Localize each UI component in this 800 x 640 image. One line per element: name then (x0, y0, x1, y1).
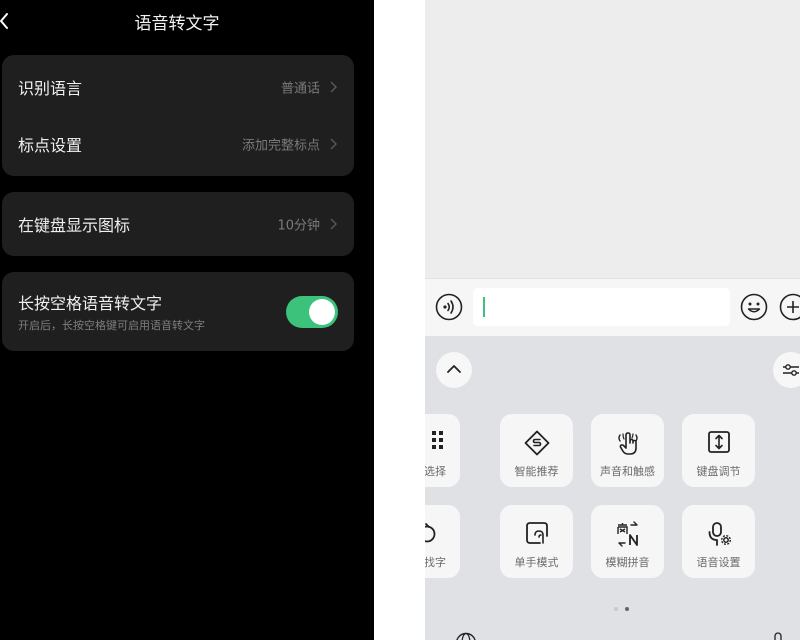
voice-to-text-settings-screen: 语音转文字 识别语言 普通话 标点设置 添加完整标点 在键盘显示图标 10分钟 … (0, 0, 374, 640)
tool-keyboard-adjust[interactable]: 键盘调节 (682, 414, 755, 487)
punctuation-settings-label: 标点设置 (18, 136, 83, 155)
sliders-icon (783, 364, 799, 376)
chevron-right-icon (330, 81, 337, 93)
sound-touch-icon (617, 432, 638, 455)
tool-find-char[interactable]: 找字 (425, 505, 460, 578)
chevron-up-icon (447, 365, 461, 373)
toolbox-settings-button[interactable] (773, 352, 800, 388)
microphone-icon[interactable] (771, 632, 785, 640)
tool-sound-touch-label: 声音和触感 (600, 465, 655, 478)
recognition-language-label: 识别语言 (18, 79, 83, 98)
chevron-right-icon (330, 218, 337, 230)
text-cursor (483, 297, 485, 317)
tool-select-label: 选择 (425, 465, 446, 478)
emoji-icon[interactable] (740, 293, 768, 321)
long-press-space-toggle[interactable] (286, 296, 338, 328)
grid-icon (432, 431, 443, 449)
smart-recommend-icon (524, 430, 549, 456)
tool-smart-recommend[interactable]: 智能推荐 (500, 414, 573, 487)
show-icon-on-keyboard-label: 在键盘显示图标 (18, 216, 131, 235)
tool-one-hand-mode-label: 单手模式 (514, 556, 559, 569)
language-punctuation-card: 识别语言 普通话 标点设置 添加完整标点 (2, 55, 354, 176)
globe-icon[interactable] (455, 632, 477, 640)
tool-find-char-label: 找字 (425, 556, 446, 569)
tool-voice-settings[interactable]: 语音设置 (682, 505, 755, 578)
long-press-space-card: 长按空格语音转文字 开启后，长按空格键可启用语音转文字 (2, 272, 354, 351)
tool-select[interactable]: 选择 (425, 414, 460, 487)
keyboard-screen: 选择 智能推荐 声音和触感 键盘调节 找字 单手模式 模糊拼音 语音设置 (425, 0, 800, 640)
collapse-toolbox-button[interactable] (436, 352, 472, 388)
tool-fuzzy-pinyin-label: 模糊拼音 (605, 556, 650, 569)
keyboard-icon-card: 在键盘显示图标 10分钟 (2, 192, 354, 256)
page-indicator-dot-1 (614, 607, 618, 611)
screenshot-root: 语音转文字 识别语言 普通话 标点设置 添加完整标点 在键盘显示图标 10分钟 … (0, 0, 800, 640)
punctuation-settings-value: 添加完整标点 (241, 138, 320, 154)
page-indicator-dot-2 (625, 607, 629, 611)
message-input[interactable] (473, 288, 730, 326)
find-char-icon (425, 523, 436, 543)
recognition-language-value: 普通话 (280, 81, 320, 97)
tool-fuzzy-pinyin[interactable]: 模糊拼音 (591, 505, 664, 578)
long-press-space-title: 长按空格语音转文字 (18, 294, 163, 313)
page-title: 语音转文字 (134, 14, 220, 34)
plus-icon[interactable] (779, 293, 800, 321)
one-hand-icon (525, 522, 548, 544)
toggle-knob (309, 299, 335, 325)
message-input-bar (425, 278, 800, 336)
keyboard-adjust-icon (707, 431, 730, 453)
voice-input-icon[interactable] (435, 293, 463, 321)
tool-smart-recommend-label: 智能推荐 (514, 465, 559, 478)
tool-one-hand-mode[interactable]: 单手模式 (500, 505, 573, 578)
chat-area (425, 0, 800, 278)
show-icon-duration-value: 10分钟 (277, 218, 320, 234)
punctuation-settings-row[interactable]: 标点设置 添加完整标点 (2, 116, 354, 172)
tool-sound-touch[interactable]: 声音和触感 (591, 414, 664, 487)
tool-voice-settings-label: 语音设置 (696, 556, 741, 569)
voice-settings-icon (708, 522, 731, 546)
show-icon-on-keyboard-row[interactable]: 在键盘显示图标 10分钟 (2, 196, 354, 252)
long-press-space-subtitle: 开启后，长按空格键可启用语音转文字 (18, 319, 205, 332)
divider-gap (374, 0, 425, 640)
tool-keyboard-adjust-label: 键盘调节 (696, 465, 741, 478)
recognition-language-row[interactable]: 识别语言 普通话 (2, 59, 354, 115)
keyboard-toolbox-panel: 选择 智能推荐 声音和触感 键盘调节 找字 单手模式 模糊拼音 语音设置 (425, 336, 800, 640)
chevron-right-icon (330, 138, 337, 150)
fuzzy-pinyin-icon (616, 521, 638, 547)
